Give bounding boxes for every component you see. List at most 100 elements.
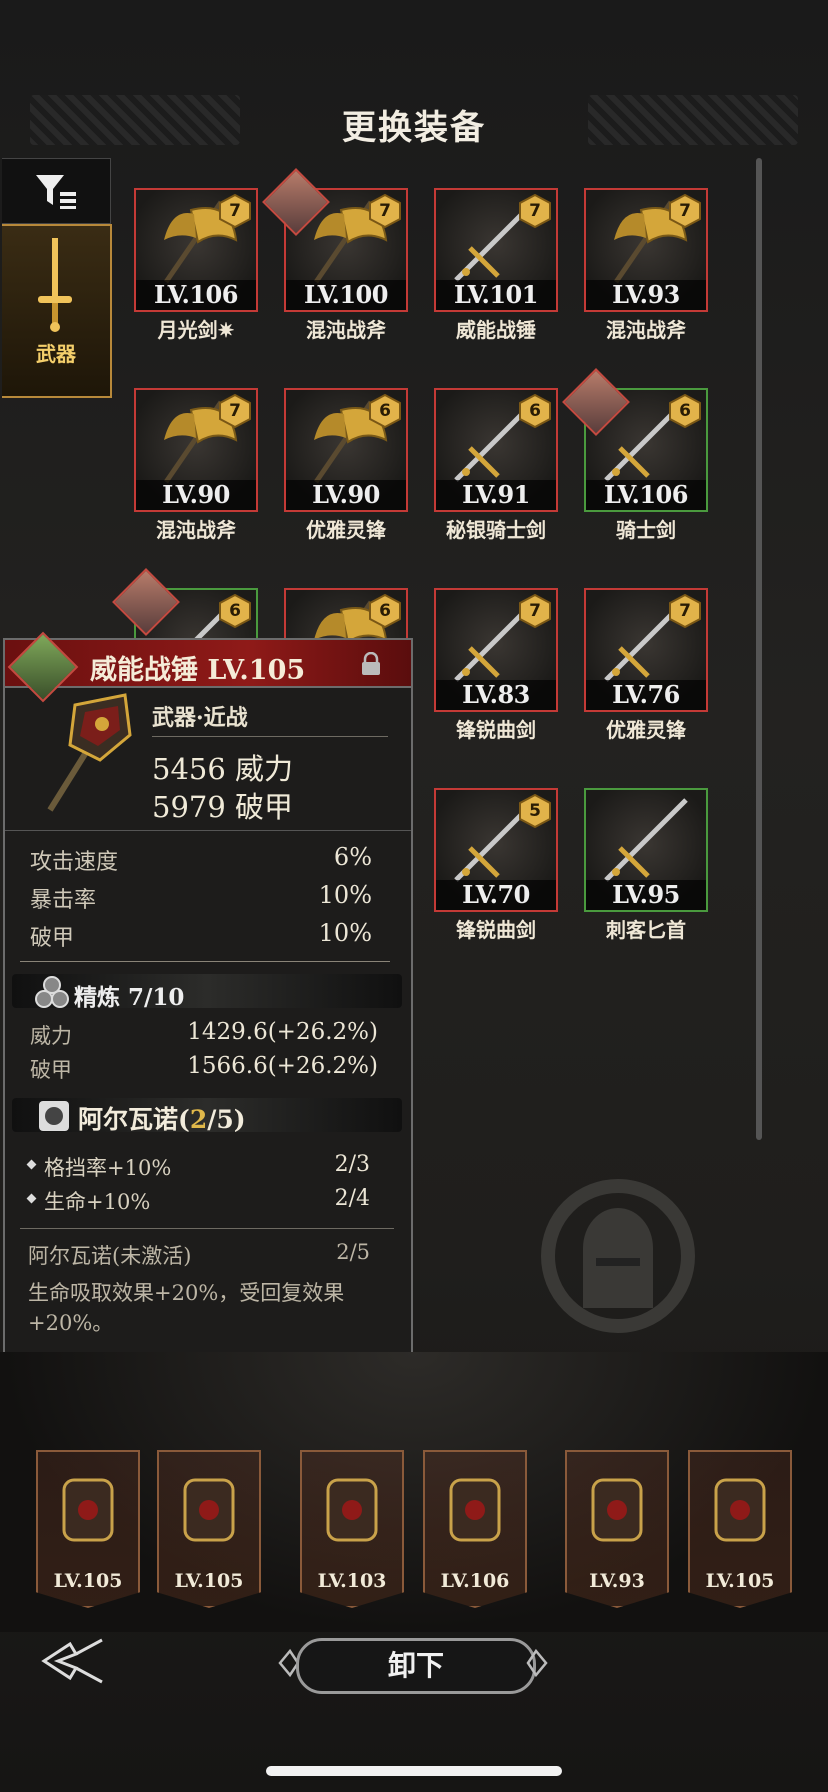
- equipped-slot[interactable]: LV.105: [36, 1450, 140, 1608]
- refine-level-value: 7: [379, 201, 391, 221]
- inventory-item[interactable]: 5 LV.70: [434, 788, 558, 912]
- stat-label: 攻击速度: [30, 850, 119, 875]
- filter-icon: [36, 175, 76, 209]
- refine-level-value: 6: [229, 601, 241, 621]
- gear-icon: [449, 1478, 501, 1542]
- divider: [20, 1228, 394, 1229]
- set-bonus-value: 2/3: [334, 1152, 370, 1177]
- stat-label: 破甲: [30, 926, 75, 951]
- inventory-item[interactable]: 7 LV.101: [434, 188, 558, 312]
- sword-art: [604, 798, 688, 882]
- equipped-slot-level: LV.105: [174, 1570, 244, 1592]
- refine-level-badge: 6: [368, 593, 402, 629]
- refine-level-value: 7: [529, 201, 541, 221]
- equipped-slot-level: LV.105: [705, 1570, 775, 1592]
- stat-value: 10%: [318, 881, 372, 909]
- refine-level-value: 6: [379, 401, 391, 421]
- item-name: 月光剑✷: [157, 318, 235, 342]
- item-level: LV.83: [436, 680, 556, 710]
- gear-icon: [62, 1478, 114, 1542]
- filter-button[interactable]: [2, 158, 111, 224]
- tab-weapon-label: 武器: [36, 342, 76, 366]
- refine-stat-label: 威力: [30, 1024, 72, 1048]
- equipped-slot-level: LV.106: [440, 1570, 510, 1592]
- divider: [5, 830, 411, 831]
- tab-weapon[interactable]: 武器: [2, 224, 112, 398]
- set-title-count: 2: [189, 1105, 208, 1134]
- refine-level-badge: 7: [218, 393, 252, 429]
- gear-icon: [591, 1478, 643, 1542]
- sword-icon: [38, 238, 72, 332]
- refine-section-bar: [12, 974, 402, 1008]
- refine-level-badge: 5: [518, 793, 552, 829]
- refine-level-badge: 7: [218, 193, 252, 229]
- equipped-slot[interactable]: LV.103: [300, 1450, 404, 1608]
- refine-level-value: 7: [229, 201, 241, 221]
- inventory-item[interactable]: 6 LV.90: [284, 388, 408, 512]
- set-inactive-value: 2/5: [336, 1240, 370, 1264]
- gear-icon: [714, 1478, 766, 1542]
- equipped-slot[interactable]: LV.105: [157, 1450, 261, 1608]
- item-detail-title: 威能战锤 LV.105: [90, 655, 306, 686]
- home-indicator[interactable]: [266, 1766, 562, 1776]
- item-level: LV.95: [586, 880, 706, 910]
- set-bonus-label: 格挡率+10%: [44, 1156, 172, 1180]
- item-name: 优雅灵锋: [306, 518, 386, 542]
- refine-level-badge: 7: [668, 193, 702, 229]
- inventory-item[interactable]: 7 LV.76: [584, 588, 708, 712]
- equipped-slot[interactable]: LV.106: [423, 1450, 527, 1608]
- set-bonus-value: 2/4: [334, 1186, 370, 1211]
- knight-helmet-emblem: [541, 1179, 695, 1333]
- equipment-screen: 更换装备 武器 7 LV.106 月光剑✷ 7 LV.100 混沌战斧 7 LV.101 威…: [0, 0, 828, 1792]
- back-icon[interactable]: [40, 1636, 106, 1686]
- refine-level-badge: 6: [668, 393, 702, 429]
- item-name: 混沌战斧: [306, 318, 386, 342]
- refine-level-badge: 6: [518, 393, 552, 429]
- set-emblem-icon: [39, 1101, 69, 1131]
- refine-level-badge: 7: [518, 193, 552, 229]
- lock-icon[interactable]: [360, 652, 382, 676]
- refine-level-value: 7: [679, 201, 691, 221]
- set-title: 阿尔瓦诺(2/5): [78, 1100, 246, 1136]
- equipped-slot-level: LV.93: [589, 1570, 645, 1592]
- power-value: 5456 威力: [152, 752, 294, 786]
- inventory-item[interactable]: 6 LV.91: [434, 388, 558, 512]
- stat-value: 6%: [333, 843, 372, 871]
- item-level: LV.76: [586, 680, 706, 710]
- equipped-slot[interactable]: LV.105: [688, 1450, 792, 1608]
- item-name: 混沌战斧: [156, 518, 236, 542]
- refine-level-badge: 7: [518, 593, 552, 629]
- item-level: LV.91: [436, 480, 556, 510]
- equipped-slot-level: LV.103: [317, 1570, 387, 1592]
- inventory-item[interactable]: 7 LV.93: [584, 188, 708, 312]
- item-level: LV.100: [286, 280, 406, 310]
- set-inactive-label: 阿尔瓦诺(未激活): [28, 1244, 192, 1268]
- item-list-scrollbar[interactable]: [756, 158, 762, 1140]
- item-name: 骑士剑: [616, 518, 676, 542]
- item-type: 武器·近战: [152, 705, 248, 731]
- inventory-item[interactable]: 7 LV.90: [134, 388, 258, 512]
- item-name: 优雅灵锋: [606, 718, 686, 742]
- item-level: LV.106: [136, 280, 256, 310]
- refine-stat-value: 1429.6(+26.2%): [187, 1019, 378, 1045]
- refine-level-value: 7: [229, 401, 241, 421]
- item-name: 混沌战斧: [606, 318, 686, 342]
- gear-icon: [183, 1478, 235, 1542]
- divider: [152, 736, 388, 737]
- equipped-slot[interactable]: LV.93: [565, 1450, 669, 1608]
- unequip-button[interactable]: 卸下: [296, 1638, 536, 1694]
- inventory-item[interactable]: 7 LV.106: [134, 188, 258, 312]
- war-hammer-icon: [47, 693, 132, 812]
- gear-icon: [326, 1478, 378, 1542]
- refine-title: 精炼 7/10: [74, 984, 185, 1011]
- item-level: LV.101: [436, 280, 556, 310]
- refine-level-value: 7: [529, 601, 541, 621]
- refine-level-value: 6: [379, 601, 391, 621]
- page-title: 更换装备: [342, 108, 486, 148]
- refine-level-badge: 7: [668, 593, 702, 629]
- item-name: 威能战锤: [456, 318, 536, 342]
- refine-level-value: 6: [679, 401, 691, 421]
- inventory-item[interactable]: 7 LV.83: [434, 588, 558, 712]
- inventory-item[interactable]: LV.95: [584, 788, 708, 912]
- item-level: LV.90: [286, 480, 406, 510]
